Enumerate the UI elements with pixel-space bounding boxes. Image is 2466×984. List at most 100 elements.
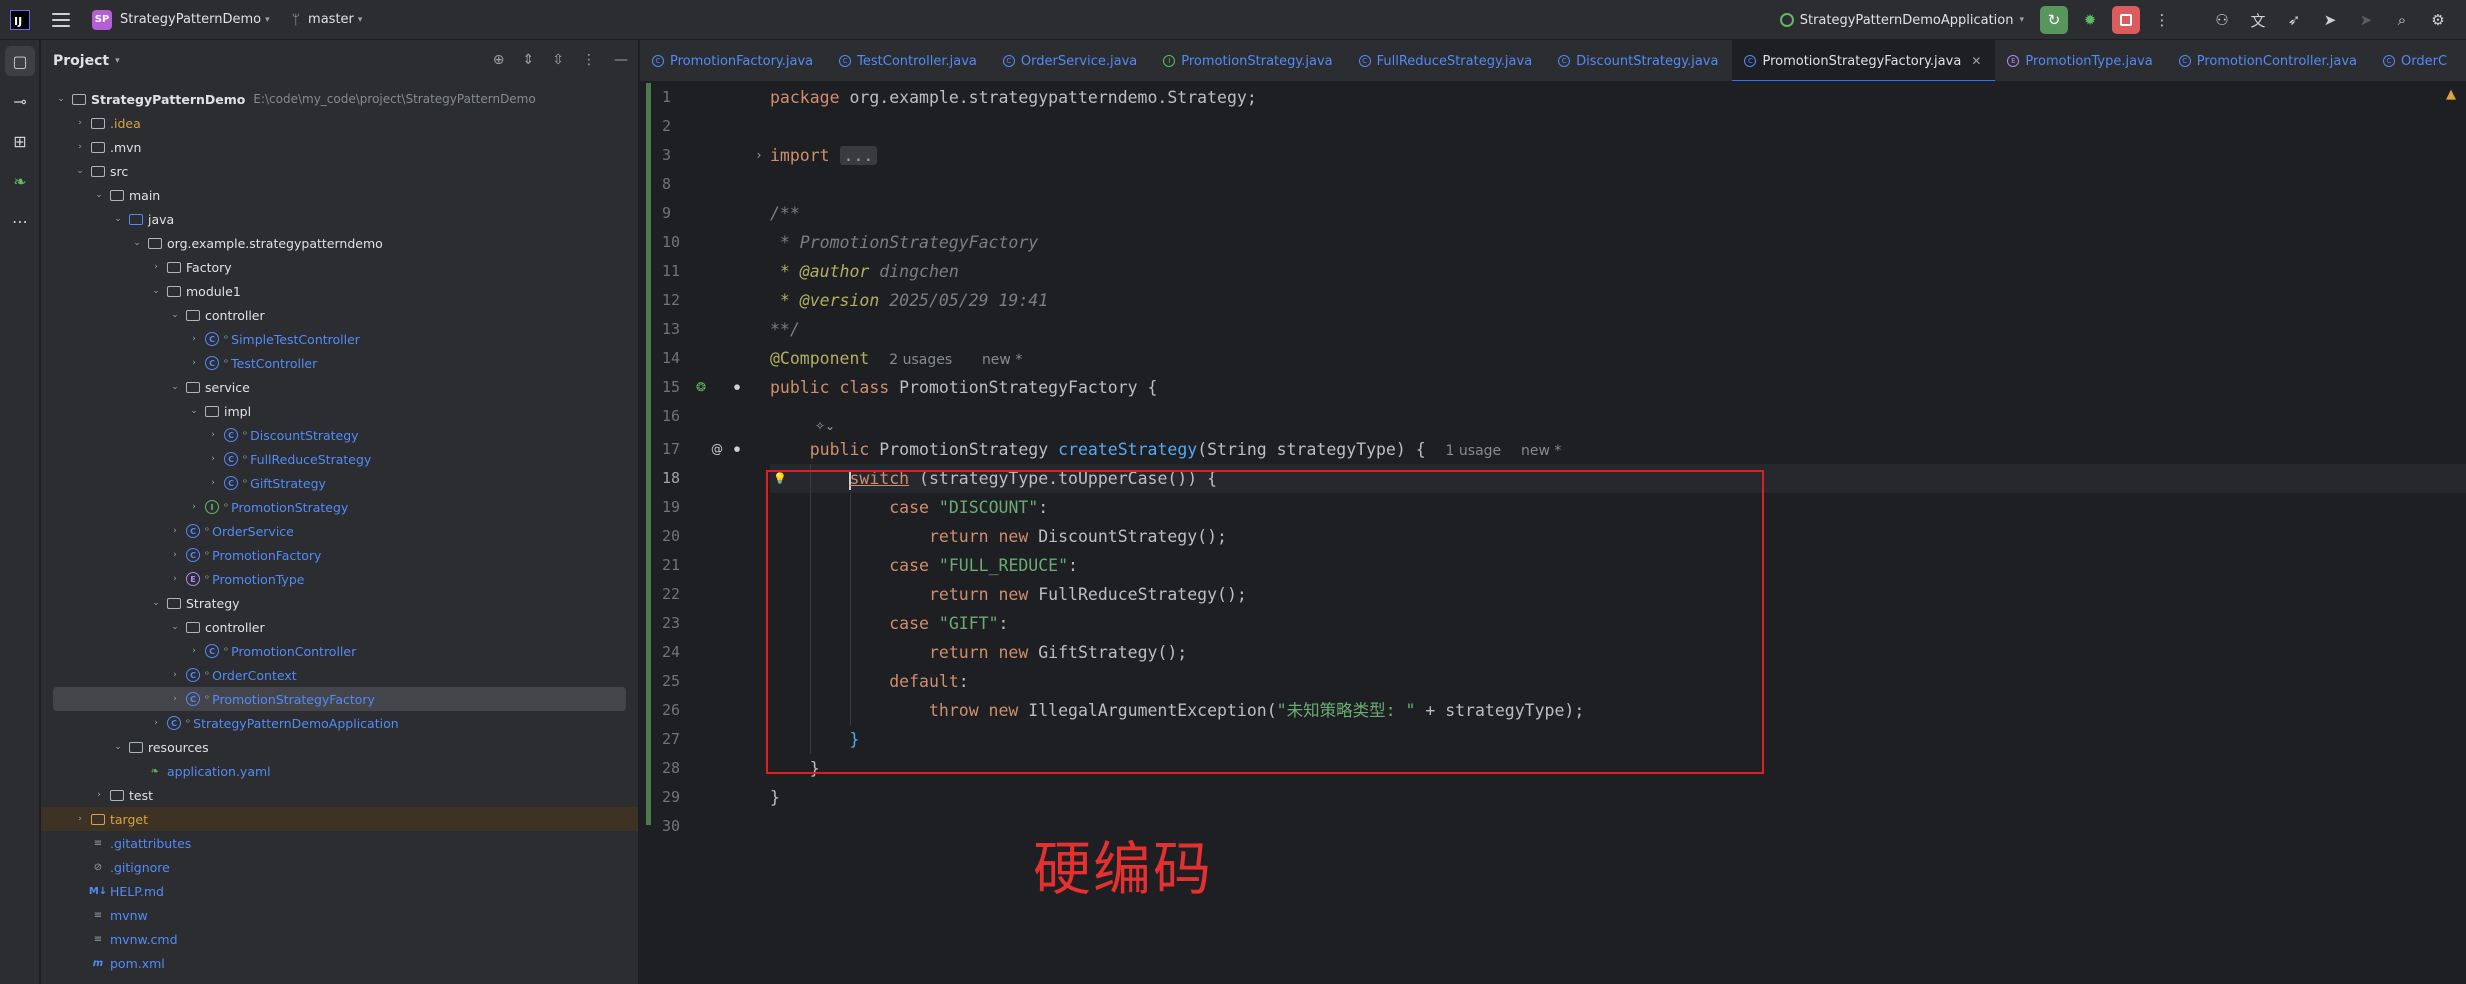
tree-item[interactable]: ⌄ org.example.strategypatterndemo [41,231,638,255]
plugin-pin-icon[interactable]: ➶ [2280,6,2308,34]
settings-gear-icon[interactable]: ⚙ [2424,6,2452,34]
hide-panel-icon[interactable]: — [614,52,628,68]
tree-item[interactable]: ⌄ resources [41,735,638,759]
expand-arrow-icon[interactable]: ⌄ [112,742,124,752]
tree-item[interactable]: m pom.xml [41,951,638,975]
collapse-arrow-icon[interactable]: › [188,646,200,656]
tree-item[interactable]: › .mvn [41,135,638,159]
expand-arrow-icon[interactable]: ⌄ [55,94,67,104]
tree-item[interactable]: › Cᵒ OrderService [41,519,638,543]
tree-item[interactable]: › Cᵒ TestController [41,351,638,375]
editor-tab[interactable]: I PromotionStrategy.java [1151,40,1346,81]
annotation-icon[interactable]: @ [708,440,726,458]
tree-item[interactable]: › Factory [41,255,638,279]
add-user-icon[interactable]: ⚇ [2208,6,2236,34]
ai-assistant-hint-icon[interactable]: ✧⌄ [810,417,840,435]
tree-item[interactable]: M↓ HELP.md [41,879,638,903]
locate-file-icon[interactable]: ⊕ [493,52,505,68]
tree-item[interactable]: ≡ mvnw.cmd [41,927,638,951]
tree-item[interactable]: › .idea [41,111,638,135]
commit-icon[interactable]: ⊸ [5,86,35,116]
spring-leaf-icon[interactable]: ❧ [5,166,35,196]
editor-tab[interactable]: C PromotionStrategyFactory.java ✕ [1732,40,1996,81]
debug-button[interactable]: ✹ [2076,6,2104,34]
tree-item[interactable]: › Eᵒ PromotionType [41,567,638,591]
stop-button[interactable] [2112,6,2140,34]
editor-tab[interactable]: C OrderC [2371,40,2461,81]
expand-arrow-icon[interactable]: ⌄ [188,406,200,416]
collapse-arrow-icon[interactable]: › [188,334,200,344]
tree-item[interactable]: › Cᵒ PromotionController [41,639,638,663]
editor-tab[interactable]: C DiscountStrategy.java [1546,40,1732,81]
branch-selector[interactable]: master ▾ [308,12,362,27]
tree-item[interactable]: › Cᵒ PromotionFactory [41,543,638,567]
more-tools-icon[interactable]: ⋯ [5,206,35,236]
collapse-arrow-icon[interactable]: › [74,814,86,824]
tree-item[interactable]: › Cᵒ FullReduceStrategy [41,447,638,471]
editor-tab[interactable]: C PromotionController.java [2167,40,2371,81]
tree-item[interactable]: ❧ application.yaml [41,759,638,783]
collapse-arrow-icon[interactable]: › [93,790,105,800]
tree-item[interactable]: › Cᵒ SimpleTestController [41,327,638,351]
collapse-arrow-icon[interactable]: › [150,718,162,728]
options-icon[interactable]: ⋮ [582,52,596,68]
intention-bulb-icon[interactable]: 💡 [771,469,789,487]
collapse-arrow-icon[interactable]: › [169,694,181,704]
collapse-arrow-icon[interactable]: › [169,670,181,680]
expand-arrow-icon[interactable]: ⌄ [74,166,86,176]
collapse-arrow-icon[interactable]: › [207,454,219,464]
collapse-arrow-icon[interactable]: › [188,358,200,368]
tree-item[interactable]: ⌄ service [41,375,638,399]
search-icon[interactable]: ⌕ [2388,6,2416,34]
collapse-arrow-icon[interactable]: › [169,526,181,536]
tree-item[interactable]: ⌄ impl [41,399,638,423]
breakpoint-toggle-icon[interactable]: ⏺ [728,440,746,458]
author-hint[interactable]: new * [1521,443,1561,459]
tree-item[interactable]: › Iᵒ PromotionStrategy [41,495,638,519]
expand-arrow-icon[interactable]: ⌄ [150,598,162,608]
code-area[interactable]: package org.example.strategypatterndemo.… [770,83,2466,984]
tree-item[interactable]: › target [41,807,638,831]
editor-tab[interactable]: C PromotionFactory.java [640,40,827,81]
more-actions-icon[interactable]: ⋮ [2148,6,2176,34]
expand-arrow-icon[interactable]: ⌄ [112,214,124,224]
tree-item[interactable]: › Cᵒ DiscountStrategy [41,423,638,447]
collapse-arrow-icon[interactable]: › [150,262,162,272]
editor-tab[interactable]: E PromotionType.java [1995,40,2166,81]
usages-hint[interactable]: 2 usages [889,352,952,368]
author-hint[interactable]: new * [982,352,1022,368]
tree-item[interactable]: ⌄ controller [41,615,638,639]
close-tab-icon[interactable]: ✕ [1971,54,1981,68]
tree-item[interactable]: ⌄ src [41,159,638,183]
collapse-arrow-icon[interactable]: › [169,574,181,584]
expand-all-icon[interactable]: ⇕ [523,52,535,68]
editor-tab[interactable]: C TestController.java [827,40,991,81]
collapse-arrow-icon[interactable]: › [188,502,200,512]
project-tool-icon[interactable]: ▢ [5,46,35,76]
expand-arrow-icon[interactable]: ⌄ [169,382,181,392]
run-configuration-selector[interactable]: StrategyPatternDemoApplication ▾ [1779,13,2024,28]
tree-item[interactable]: ⊘ .gitignore [41,855,638,879]
tree-item[interactable]: › test [41,783,638,807]
structure-icon[interactable]: ⊞ [5,126,35,156]
warning-icon[interactable]: ▲ [2446,87,2456,102]
fold-arrow-icon[interactable]: › [750,146,768,164]
project-selector[interactable]: StrategyPatternDemo ▾ [120,12,270,27]
tree-item[interactable]: ⌄ controller [41,303,638,327]
folded-imports[interactable]: ... [839,146,878,165]
collapse-arrow-icon[interactable]: › [74,118,86,128]
spring-bean-icon[interactable]: ❂ [692,378,710,396]
rerun-button[interactable]: ↻ [2040,6,2068,34]
tree-item[interactable]: ⌄ main [41,183,638,207]
expand-arrow-icon[interactable]: ⌄ [169,622,181,632]
collapse-arrow-icon[interactable]: › [207,478,219,488]
tree-item[interactable]: ⌄ java [41,207,638,231]
breakpoint-toggle-icon[interactable]: ⏺ [728,378,746,396]
collapse-arrow-icon[interactable]: › [74,142,86,152]
code-editor[interactable]: 1 2 3 8 9 10 11 12 13 14 15 16 17 18 19 20 21 22 23 24 25 26 2… [640,83,2466,984]
tree-item[interactable]: ≡ mvnw [41,903,638,927]
tree-item[interactable]: › Cᵒ OrderContext [41,663,638,687]
expand-arrow-icon[interactable]: ⌄ [150,286,162,296]
editor-tab[interactable]: C OrderService.java [991,40,1151,81]
intellij-logo-icon[interactable]: IJ [10,9,30,30]
